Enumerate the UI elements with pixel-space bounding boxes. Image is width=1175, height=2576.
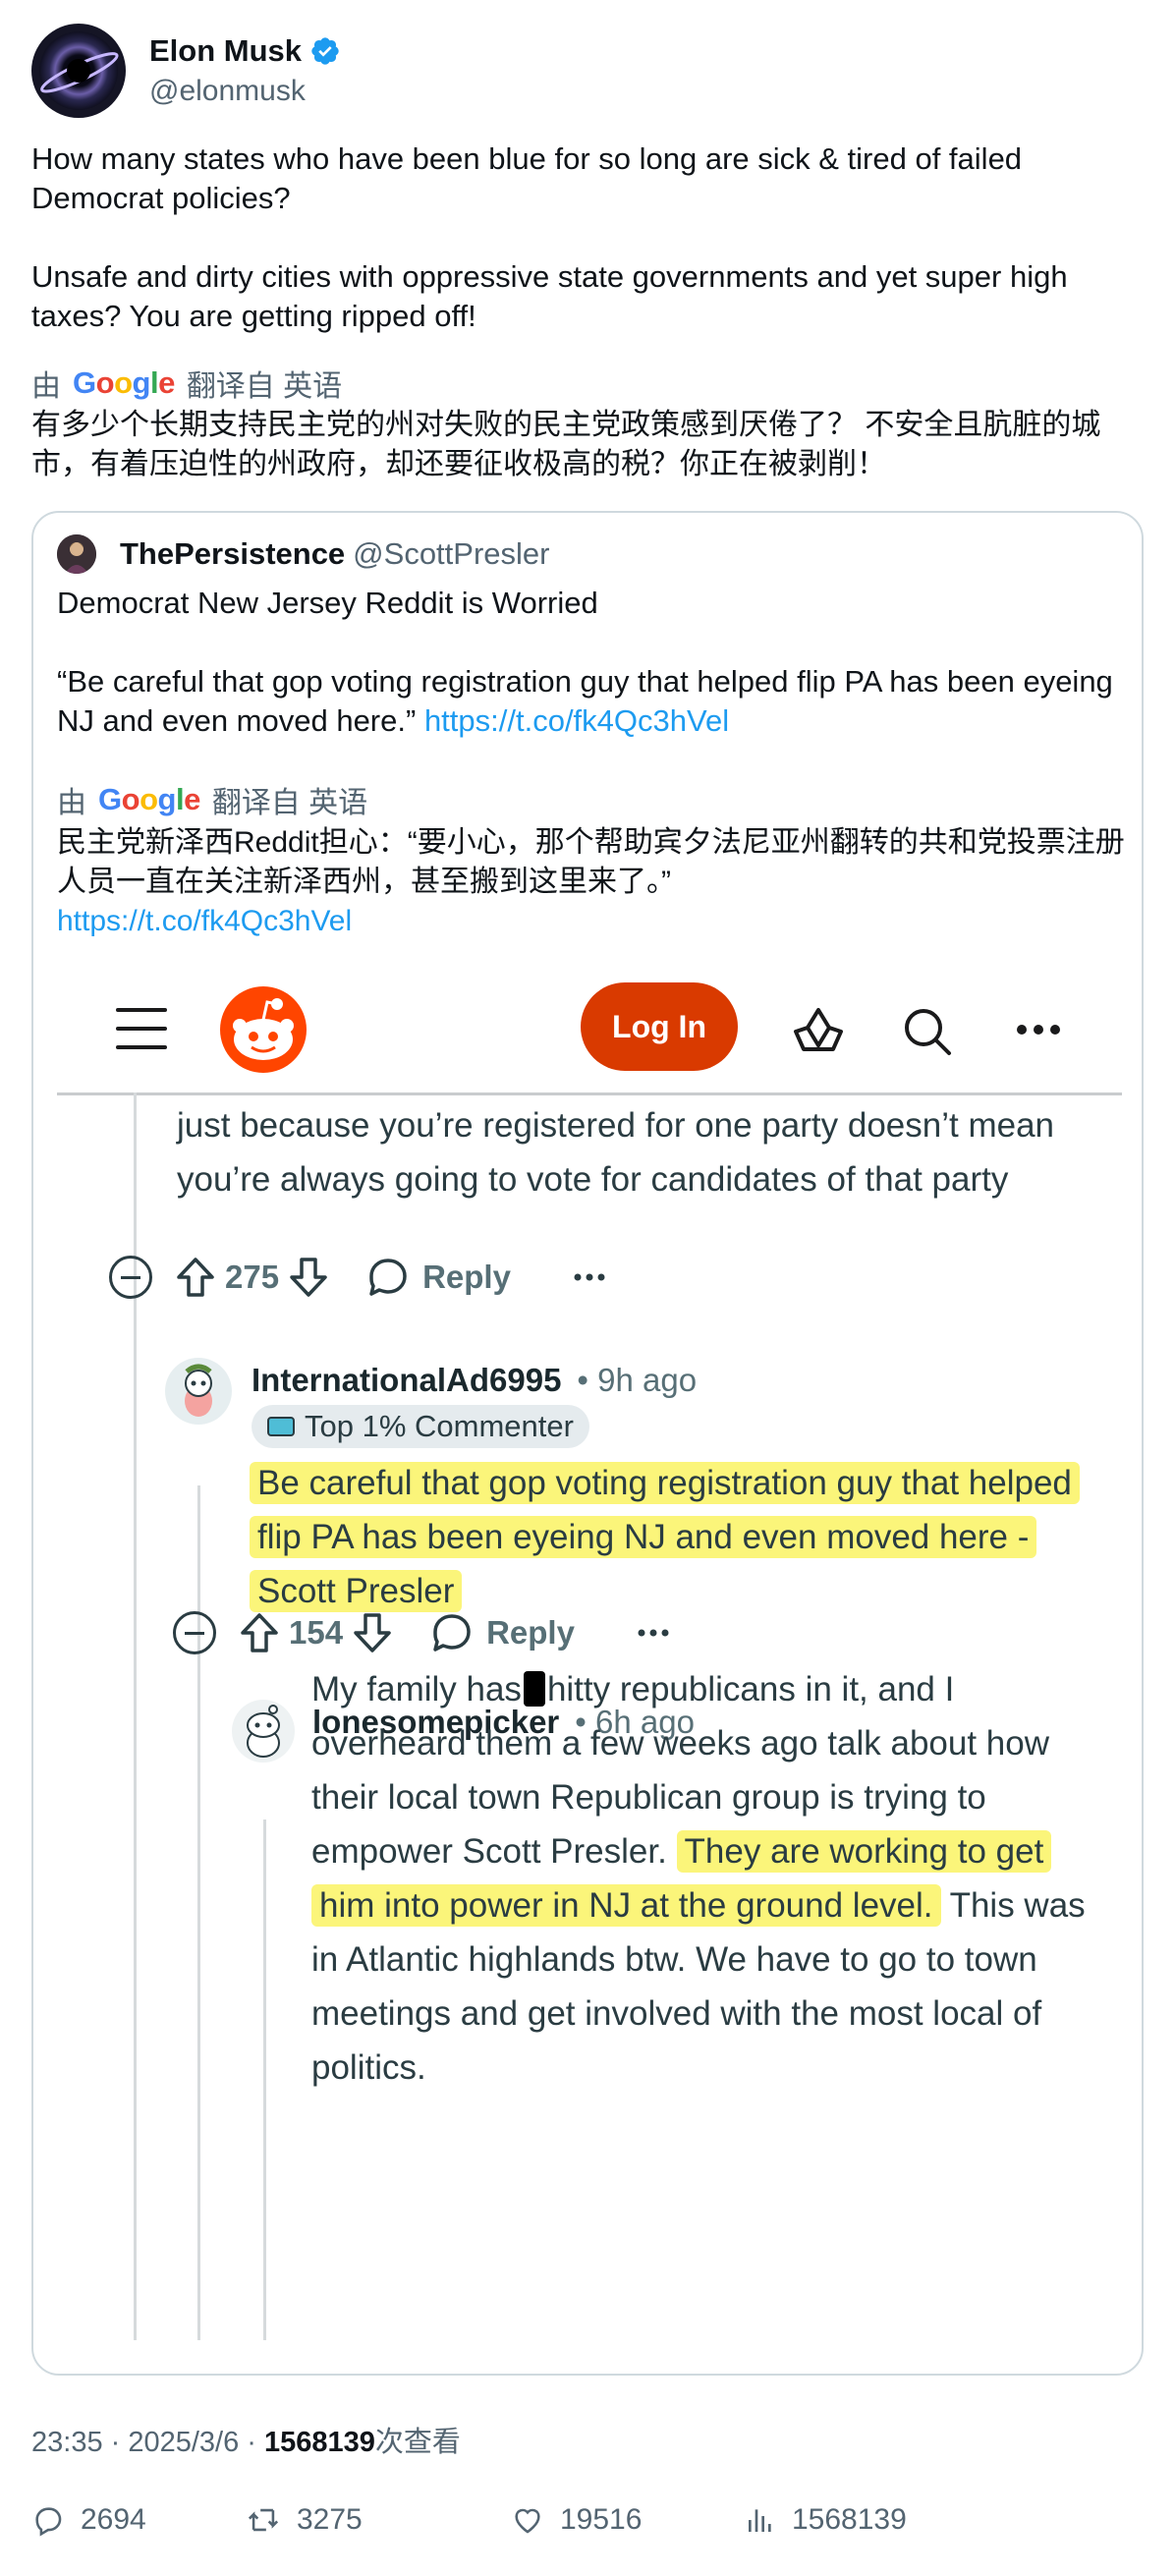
repost-count: 3275 xyxy=(297,2503,363,2536)
downvote-icon[interactable] xyxy=(353,1612,392,1653)
reply-count: 2694 xyxy=(81,2503,146,2536)
collapse-thread-button[interactable] xyxy=(109,1256,152,1299)
quoted-paragraph: Democrat New Jersey Reddit is Worried xyxy=(57,586,598,620)
heart-icon xyxy=(515,2508,540,2534)
badge-label: Top 1% Commenter xyxy=(305,1409,574,1443)
quoted-author-handle: @ScottPresler xyxy=(353,536,550,571)
post-header: Elon Musk @elonmusk xyxy=(31,24,341,118)
like-count: 19516 xyxy=(560,2503,643,2536)
like-stat[interactable]: 19516 xyxy=(511,2503,745,2537)
reddit-top-bar: Log In xyxy=(57,965,1122,1092)
comment-actions: 275 Reply xyxy=(109,1256,605,1299)
reddit-screenshot[interactable]: Log In just because you’re registered fo… xyxy=(57,965,1122,2370)
vote-count: 154 xyxy=(289,1614,344,1651)
popular-icon[interactable] xyxy=(792,1006,845,1055)
translate-prefix: 由 xyxy=(31,370,61,403)
quoted-link[interactable]: https://t.co/fk4Qc3hVel xyxy=(424,703,729,738)
upvote-icon[interactable] xyxy=(240,1612,279,1653)
thread-line xyxy=(263,1820,266,2340)
quoted-post-text: Democrat New Jersey Reddit is Worried “B… xyxy=(57,584,1128,741)
author-name[interactable]: Elon Musk xyxy=(149,33,302,69)
reply-button[interactable]: Reply xyxy=(422,1259,511,1296)
reply-stat[interactable]: 2694 xyxy=(31,2503,246,2537)
reply-icon[interactable] xyxy=(367,1257,409,1298)
comment-text: Be careful that gop voting registration … xyxy=(250,1456,1080,1618)
reddit-divider xyxy=(57,1092,1122,1095)
verified-badge-icon xyxy=(311,37,339,65)
engagement-bar: 2694 3275 19516 1568139 xyxy=(31,2503,1151,2537)
highlighted-text: Be careful that gop voting registration … xyxy=(250,1462,1080,1612)
post-paragraph: How many states who have been blue for s… xyxy=(31,141,1023,215)
top-commenter-badge: Top 1% Commenter xyxy=(252,1405,589,1448)
quoted-post-header: ThePersistence @ScottPresler xyxy=(57,534,549,574)
user-avatar xyxy=(165,1358,232,1425)
view-count: 1568139 xyxy=(264,2427,375,2458)
reply-button[interactable]: Reply xyxy=(486,1614,575,1652)
quoted-translation-text: 民主党新泽西Reddit担心：“要小心，那个帮助宾夕法尼亚州翻转的共和党投票注册… xyxy=(57,826,1125,898)
views-count: 1568139 xyxy=(792,2503,907,2536)
google-logo: Google xyxy=(73,365,175,400)
reply-icon[interactable] xyxy=(431,1612,473,1653)
post-text: How many states who have been blue for s… xyxy=(31,140,1142,336)
quoted-paragraph-2: “Be careful that gop voting registration… xyxy=(57,662,1128,741)
quoted-translation-link[interactable]: https://t.co/fk4Qc3hVel xyxy=(57,902,1128,941)
google-logo: Google xyxy=(98,782,200,816)
badge-icon xyxy=(267,1417,295,1436)
post-timestamp[interactable]: 23:35 · 2025/3/6 · xyxy=(31,2427,264,2458)
post-meta: 23:35 · 2025/3/6 · 1568139次查看 xyxy=(31,2419,461,2460)
hamburger-menu-icon xyxy=(116,1008,167,1049)
comment-username[interactable]: InternationalAd6995 xyxy=(252,1362,561,1399)
reddit-logo-icon xyxy=(220,986,307,1073)
quoted-author-name: ThePersistence xyxy=(120,536,346,571)
user-avatar xyxy=(232,1700,295,1763)
post-paragraph: Unsafe and dirty cities with oppressive … xyxy=(31,259,1068,333)
comment-actions: 154 Reply xyxy=(173,1611,669,1654)
post-translation: 有多少个长期支持民主党的州对失败的民主党政策感到厌倦了？ 不安全且肮脏的城市，有… xyxy=(31,409,1101,480)
downvote-icon[interactable] xyxy=(289,1257,328,1298)
comment-text: just because you’re registered for one p… xyxy=(177,1106,1055,1199)
author-avatar[interactable] xyxy=(31,24,126,118)
quoted-translation: 民主党新泽西Reddit担心：“要小心，那个帮助宾夕法尼亚州翻转的共和党投票注册… xyxy=(57,823,1128,941)
redaction-mark xyxy=(523,1671,545,1707)
comment-more-icon[interactable] xyxy=(638,1629,669,1637)
login-button[interactable]: Log In xyxy=(581,982,738,1071)
translate-suffix: 翻译自 英语 xyxy=(211,787,368,819)
comment-text: My family has hitty republicans in it, an… xyxy=(311,1662,1097,2095)
comment-user-row: InternationalAd6995 • 9h ago xyxy=(252,1362,697,1399)
reply-icon xyxy=(35,2507,62,2537)
quoted-post[interactable]: ThePersistence @ScottPresler Democrat Ne… xyxy=(31,511,1144,2376)
views-stat[interactable]: 1568139 xyxy=(745,2503,907,2537)
translate-suffix: 翻译自 英语 xyxy=(186,370,343,403)
upvote-icon[interactable] xyxy=(176,1257,215,1298)
comment-more-icon[interactable] xyxy=(574,1273,605,1281)
more-options-icon[interactable] xyxy=(1016,1024,1061,1036)
analytics-icon xyxy=(749,2509,771,2532)
translation-attribution[interactable]: 由 Google 翻译自 英语 xyxy=(31,362,342,405)
translate-prefix: 由 xyxy=(57,787,86,819)
repost-icon xyxy=(248,2508,279,2532)
quoted-author-avatar xyxy=(57,534,96,574)
collapse-thread-button[interactable] xyxy=(173,1611,216,1654)
comment-timestamp: • 9h ago xyxy=(577,1362,698,1398)
vote-count: 275 xyxy=(225,1259,280,1295)
author-handle[interactable]: @elonmusk xyxy=(149,75,341,108)
comment-text-part: My family has xyxy=(311,1670,522,1708)
repost-stat[interactable]: 3275 xyxy=(246,2503,511,2537)
search-icon[interactable] xyxy=(902,1006,953,1057)
quoted-translation-attribution[interactable]: 由 Google 翻译自 英语 xyxy=(57,778,367,821)
views-label: 次查看 xyxy=(374,2427,461,2458)
